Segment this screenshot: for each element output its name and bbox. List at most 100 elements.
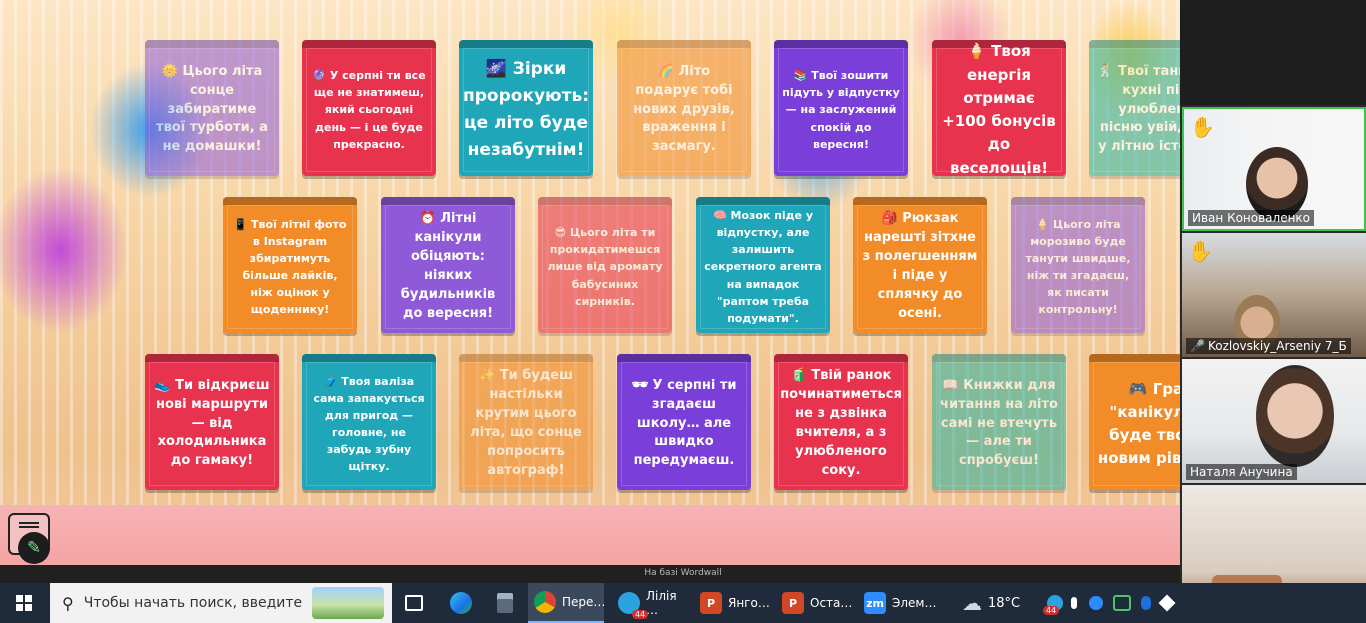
prediction-card-text: 📚 Твої зошити підуть у відпустку — на за…: [782, 69, 900, 151]
taskbar-app-label: Лілія …: [646, 589, 677, 617]
prediction-card-text: ✨ Ти будеш настільки крутим цього літа, …: [470, 368, 582, 478]
weather-temp: 18°C: [988, 595, 1021, 611]
taskbar-app-label: Элем…: [892, 596, 937, 610]
taskbar-app-button[interactable]: 44 Лілія …: [612, 583, 688, 623]
prediction-card[interactable]: 🕶 У серпні ти згадаєш школу… але швидко …: [617, 354, 751, 490]
prediction-card[interactable]: 📱 Твої літні фото в Instagram збиратимут…: [223, 197, 357, 333]
prediction-card[interactable]: 🕺 Твої танці на кухні під улюблену пісню…: [1089, 40, 1180, 176]
taskbar: ⚲ Чтобы начать поиск, введите Пере… 44 Ліл…: [0, 583, 1366, 623]
participant-tile[interactable]: Наталя Анучина: [1182, 359, 1366, 483]
prediction-card-text: 📱 Твої літні фото в Instagram збиратимут…: [233, 217, 347, 317]
muted-mic-icon: 🎤: [1190, 339, 1205, 353]
participant-name-text: Kozlovskiy_Arseniy 7_Б: [1207, 339, 1347, 353]
prediction-card-text: 🌈 Літо подарує тобі нових друзів, вражен…: [633, 63, 735, 155]
prediction-card-text: 🌞 Цього літа сонце забиратиме твої турбо…: [156, 63, 268, 155]
prediction-card-text: 🧳 Твоя валіза сама запакується для приго…: [313, 374, 425, 474]
prediction-card[interactable]: 🌌 Зірки пророкують: це літо буде незабут…: [459, 40, 593, 176]
bluetooth-icon[interactable]: [1141, 596, 1151, 610]
prediction-card-text: 🧃 Твій ранок починатиметься не з дзвінка…: [780, 368, 902, 478]
prediction-card[interactable]: 🌞 Цього літа сонце забиратиме твої турбо…: [145, 40, 279, 176]
calculator-button[interactable]: [494, 583, 516, 623]
notification-badge: 44: [632, 610, 649, 619]
taskbar-app-label: Оста…: [810, 596, 853, 610]
participant-video: [1256, 365, 1334, 467]
calculator-icon: [497, 593, 513, 613]
search-placeholder: Чтобы начать поиск, введите: [83, 595, 303, 611]
system-tray: 44: [1043, 583, 1177, 623]
prediction-card[interactable]: 😎 Цього літа ти прокидатимешся лише від …: [538, 197, 672, 333]
prediction-card[interactable]: 📖 Книжки для читання на літо самі не вте…: [932, 354, 1066, 490]
task-view-icon: [405, 595, 423, 611]
stage-floor: [0, 505, 1180, 565]
weather-widget[interactable]: ☁ 18°C: [962, 583, 1020, 623]
prediction-card[interactable]: 🧠 Мозок піде у відпустку, але залишить с…: [696, 197, 830, 333]
prediction-card[interactable]: ⏰ Літні канікули обіцяють: ніяких будиль…: [381, 197, 515, 333]
prediction-card-text: 👟 Ти відкриєш нові маршрути — від холоди…: [154, 377, 270, 469]
search-icon: ⚲: [62, 593, 74, 613]
participant-name: Иван Коноваленко: [1188, 210, 1315, 226]
taskbar-app-button[interactable]: Пере…: [528, 583, 606, 623]
task-view-button[interactable]: [403, 583, 425, 623]
weather-icon: ☁: [962, 591, 982, 615]
wordwall-activity: 🌞 Цього літа сонце забиратиме твої турбо…: [0, 0, 1180, 565]
raised-hand-icon: ✋: [1190, 115, 1215, 139]
prediction-card[interactable]: 🔮 У серпні ти все ще не знатимеш, який с…: [302, 40, 436, 176]
zoom-icon: zm: [864, 592, 886, 614]
pencil-icon: ✎: [26, 538, 42, 558]
tray-app-icon[interactable]: [1113, 595, 1131, 611]
participant-tile[interactable]: ✋ 🎤 Kozlovskiy_Arseniy 7_Б: [1182, 233, 1366, 357]
microphone-icon[interactable]: [1071, 597, 1077, 609]
prediction-card[interactable]: 👟 Ти відкриєш нові маршрути — від холоди…: [145, 354, 279, 490]
taskbar-app-button[interactable]: P Оста…: [776, 583, 852, 623]
powerpoint-icon: P: [700, 592, 722, 614]
chrome-icon: [534, 591, 556, 613]
raised-hand-icon: ✋: [1188, 239, 1213, 263]
prediction-card-text: 🎮 Гра "канікули" буде твоїм новим рівнем: [1097, 379, 1180, 468]
participant-name-text: Наталя Анучина: [1190, 465, 1293, 479]
prediction-card-text: 📖 Книжки для читання на літо самі не вте…: [940, 377, 1058, 469]
annotate-button[interactable]: ✎: [18, 532, 50, 564]
prediction-card-text: 🧠 Мозок піде у відпустку, але залишить с…: [704, 209, 822, 325]
prediction-card[interactable]: 🧳 Твоя валіза сама запакується для приго…: [302, 354, 436, 490]
participants-panel: ✋ Иван Коноваленко ✋ 🎤 Kozlovskiy_Arseniy 7_…: [1180, 105, 1366, 610]
prediction-card[interactable]: 📚 Твої зошити підуть у відпустку — на за…: [774, 40, 908, 176]
security-icon[interactable]: [1158, 594, 1176, 612]
search-highlight-image: [312, 587, 384, 619]
taskbar-app-label: Янго…: [728, 596, 770, 610]
tray-telegram-icon[interactable]: 44: [1043, 595, 1063, 615]
prediction-card-text: 🎒 Рюкзак нарешті зітхне з полегшенням і …: [862, 211, 978, 321]
powerpoint-icon: P: [782, 592, 804, 614]
taskbar-app-button[interactable]: P Янго…: [694, 583, 770, 623]
prediction-card[interactable]: ✨ Ти будеш настільки крутим цього літа, …: [459, 354, 593, 490]
taskbar-search[interactable]: ⚲ Чтобы начать поиск, введите: [50, 583, 392, 623]
prediction-card[interactable]: 🎮 Гра "канікули" буде твоїм новим рівнем: [1089, 354, 1180, 490]
wordwall-footer: На базі Wordwall: [0, 565, 1366, 583]
windows-icon: [16, 595, 32, 611]
tray-badge: 44: [1043, 606, 1060, 615]
taskbar-app-button[interactable]: zm Элем…: [858, 583, 937, 623]
edge-icon: [450, 592, 472, 614]
prediction-card-text: 🕺 Твої танці на кухні під улюблену пісню…: [1097, 63, 1180, 155]
prediction-card[interactable]: 🧃 Твій ранок починатиметься не з дзвінка…: [774, 354, 908, 490]
wordwall-credit: На базі Wordwall: [644, 568, 722, 578]
taskbar-app-label: Пере…: [562, 595, 606, 609]
prediction-card-text: 🌌 Зірки пророкують: це літо буде незабут…: [463, 58, 589, 161]
prediction-card-text: 🕶 У серпні ти згадаєш школу… але швидко …: [631, 377, 737, 469]
prediction-card-text: 😎 Цього літа ти прокидатимешся лише від …: [547, 226, 663, 308]
prediction-card-text: 🍦 Твоя енергія отримає +100 бонусів до в…: [942, 42, 1056, 176]
prediction-card[interactable]: 🍦 Цього літа морозиво буде танути швидше…: [1011, 197, 1145, 333]
participant-tile[interactable]: ✋ Иван Коноваленко: [1182, 107, 1366, 231]
prediction-card-text: 🍦 Цього літа морозиво буде танути швидше…: [1025, 217, 1131, 317]
edge-button[interactable]: [450, 583, 472, 623]
participant-name-text: Иван Коноваленко: [1192, 211, 1311, 225]
participant-name: 🎤 Kozlovskiy_Arseniy 7_Б: [1186, 338, 1351, 354]
menu-icon: [19, 522, 39, 524]
prediction-card[interactable]: 🌈 Літо подарує тобі нових друзів, вражен…: [617, 40, 751, 176]
start-button[interactable]: [10, 583, 38, 623]
participant-name: Наталя Анучина: [1186, 464, 1297, 480]
prediction-card-text: 🔮 У серпні ти все ще не знатимеш, який с…: [312, 69, 426, 151]
prediction-card[interactable]: 🍦 Твоя енергія отримає +100 бонусів до в…: [932, 40, 1066, 176]
tray-zoom-icon[interactable]: [1089, 596, 1103, 610]
prediction-card[interactable]: 🎒 Рюкзак нарешті зітхне з полегшенням і …: [853, 197, 987, 333]
prediction-card-text: ⏰ Літні канікули обіцяють: ніяких будиль…: [400, 211, 496, 321]
